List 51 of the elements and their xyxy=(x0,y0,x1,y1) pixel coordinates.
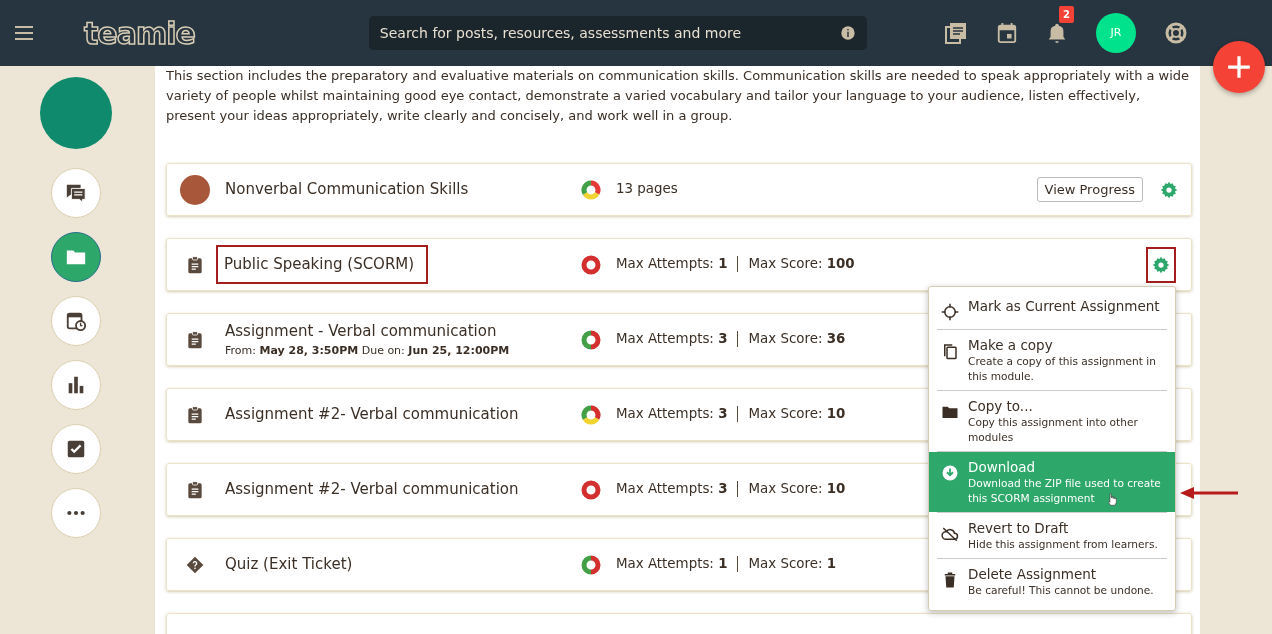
item-title[interactable]: Quiz (Exit Ticket) xyxy=(225,550,353,579)
item-info: Max Attempts: 1 xyxy=(616,555,728,574)
add-button[interactable] xyxy=(1213,41,1265,93)
notification-count: 2 xyxy=(1059,5,1074,23)
book-stack-icon[interactable] xyxy=(944,21,968,45)
item-info: Max Score: 1 xyxy=(748,555,837,574)
settings-button[interactable] xyxy=(1149,249,1173,280)
menu-item[interactable]: Revert to Draft Hide this assignment from learners. xyxy=(929,513,1175,558)
download-icon xyxy=(941,463,959,482)
item-info: Max Score: 100 xyxy=(748,255,855,274)
question-diamond-icon xyxy=(185,554,205,575)
settings-icon xyxy=(1152,256,1170,274)
item-info: Max Attempts: 3 xyxy=(616,405,728,424)
item-info: Max Score: 10 xyxy=(748,480,846,499)
item-info: 13 pages xyxy=(616,180,678,199)
item-title[interactable]: Assignment #2- Verbal communication xyxy=(225,400,519,429)
settings-icon xyxy=(1160,181,1178,199)
item-info: Max Attempts: 3 xyxy=(616,330,728,349)
item-info: Max Score: 10 xyxy=(748,405,846,424)
calendar-icon[interactable] xyxy=(996,22,1018,44)
plus-icon xyxy=(1226,54,1252,80)
view-progress-button[interactable]: View Progress xyxy=(1036,176,1143,203)
lifebuoy-icon[interactable] xyxy=(1164,21,1188,45)
item-info: Max Attempts: 1 xyxy=(616,255,728,274)
sidebar-item[interactable] xyxy=(51,232,101,282)
item-title[interactable]: Nonverbal Communication Skills xyxy=(225,175,469,204)
clipboard-icon xyxy=(185,404,205,425)
item-info: Max Attempts: 3 xyxy=(616,480,728,499)
item-title[interactable]: Assignment #2- Verbal communication xyxy=(225,475,519,504)
item-info: Max Score: 36 xyxy=(748,330,846,349)
checkbox-icon xyxy=(65,438,87,460)
menu-item[interactable]: Mark as Current Assignment xyxy=(929,291,1175,329)
menu-item[interactable]: Make a copy Create a copy of this assignment in this module. xyxy=(929,330,1175,390)
bell-icon[interactable] xyxy=(1046,21,1068,46)
due-dates: From: May 28, 3:50PM Due on: Jun 25, 12:00PM xyxy=(225,343,511,360)
info-icon[interactable] xyxy=(839,25,856,41)
clipboard-icon xyxy=(185,479,205,500)
messages-icon xyxy=(65,182,87,204)
clipboard-icon xyxy=(185,329,205,350)
item-title[interactable]: Assignment - Verbal communication xyxy=(225,320,497,343)
logo[interactable]: teamie xyxy=(84,10,195,56)
copy-icon xyxy=(941,341,959,360)
crosshair-icon xyxy=(941,302,959,321)
menu-item[interactable]: Copy to... Copy this assignment into other modules xyxy=(929,391,1175,451)
more-icon xyxy=(67,510,85,516)
section-description: This section includes the preparatory and evaluative materials on communication skills. Communication skills are needed to speak appropriately with a wide variety of people whilst maintaining good eye contact, demonstrate a varied vocabulary and tailor your language to your audience, listen effectively, present your ideas appropriately, write clearly and concisely, and work well in a group. xyxy=(166,67,1191,125)
photo-placeholder xyxy=(180,174,210,205)
menu-item[interactable]: Delete Assignment Be careful! This cannot be undone. xyxy=(929,559,1175,604)
clipboard-icon xyxy=(185,254,205,275)
calendar-clock-icon xyxy=(65,310,87,332)
search-field[interactable]: Search for posts, resources, assessments and more xyxy=(368,16,867,50)
